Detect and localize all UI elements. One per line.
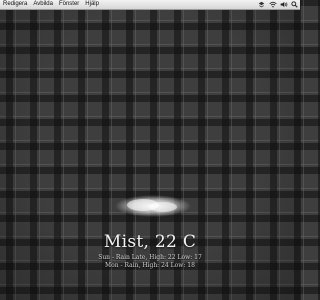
dropbox-icon[interactable] bbox=[258, 1, 265, 8]
menu-extras bbox=[258, 0, 298, 9]
menu-hjalp[interactable]: Hjälp bbox=[82, 0, 102, 9]
menu-bar: Redigera Avbilda Fönster Hjälp bbox=[0, 0, 300, 10]
current-weather: Mist, 22 C bbox=[103, 232, 197, 252]
cloud-icon bbox=[113, 193, 193, 219]
forecast-line: Sun - Rain Late, High: 22 Low: 17 bbox=[98, 254, 202, 261]
menu-avbilda[interactable]: Avbilda bbox=[30, 0, 56, 9]
volume-icon[interactable] bbox=[280, 1, 288, 8]
spotlight-icon[interactable] bbox=[291, 1, 298, 8]
wifi-icon[interactable] bbox=[269, 1, 277, 8]
menu-fonster[interactable]: Fönster bbox=[56, 0, 82, 9]
forecast-line: Mon - Rain, High: 24 Low: 18 bbox=[105, 262, 195, 269]
menu-redigera[interactable]: Redigera bbox=[0, 0, 30, 9]
